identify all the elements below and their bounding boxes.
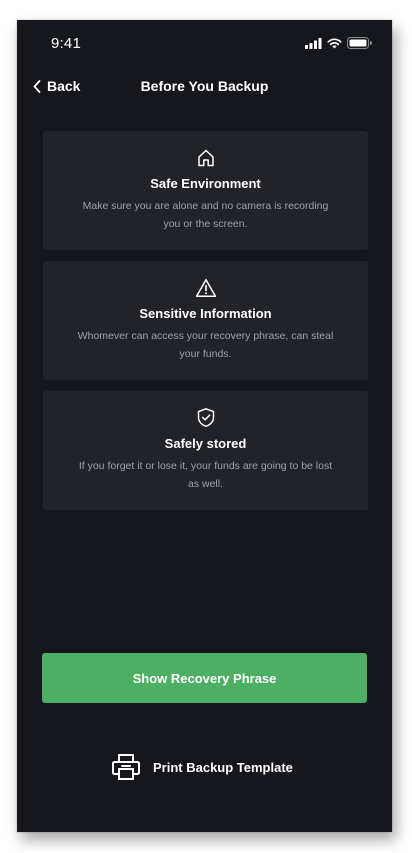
card-safely-stored: Safely stored If you forget it or lose i… (43, 391, 368, 510)
status-icons (305, 37, 372, 49)
wifi-icon (327, 38, 342, 48)
printer-icon (112, 754, 140, 780)
card-sensitive-information: Sensitive Information Whomever can acces… (43, 261, 368, 380)
home-icon (197, 149, 214, 167)
page-title: Before You Backup (140, 78, 269, 94)
status-bar: 9:41 (17, 20, 392, 66)
signal-icon (305, 37, 322, 49)
card-title: Safely stored (164, 436, 247, 451)
print-label: Print Backup Template (153, 759, 293, 775)
shield-check-icon (197, 408, 214, 428)
card-description: Make sure you are alone and no camera is… (82, 200, 329, 230)
card-title: Safe Environment (150, 176, 261, 191)
card-title: Sensitive Information (139, 306, 272, 321)
warning-icon (195, 279, 216, 297)
status-time: 9:41 (51, 35, 81, 52)
show-recovery-phrase-button[interactable]: Show Recovery Phrase (42, 653, 367, 703)
phone-screen: 9:41 Back Before You Backup Safe Environ… (17, 20, 392, 832)
print-backup-template-button[interactable]: Print Backup Template (111, 753, 293, 781)
card-safe-environment: Safe Environment Make sure you are alone… (43, 131, 368, 250)
card-description: If you forget it or lose it, your funds … (78, 460, 333, 490)
battery-icon (347, 37, 372, 49)
nav-bar: Back Before You Backup (17, 70, 392, 106)
card-description: Whomever can access your recovery phrase… (77, 330, 334, 360)
